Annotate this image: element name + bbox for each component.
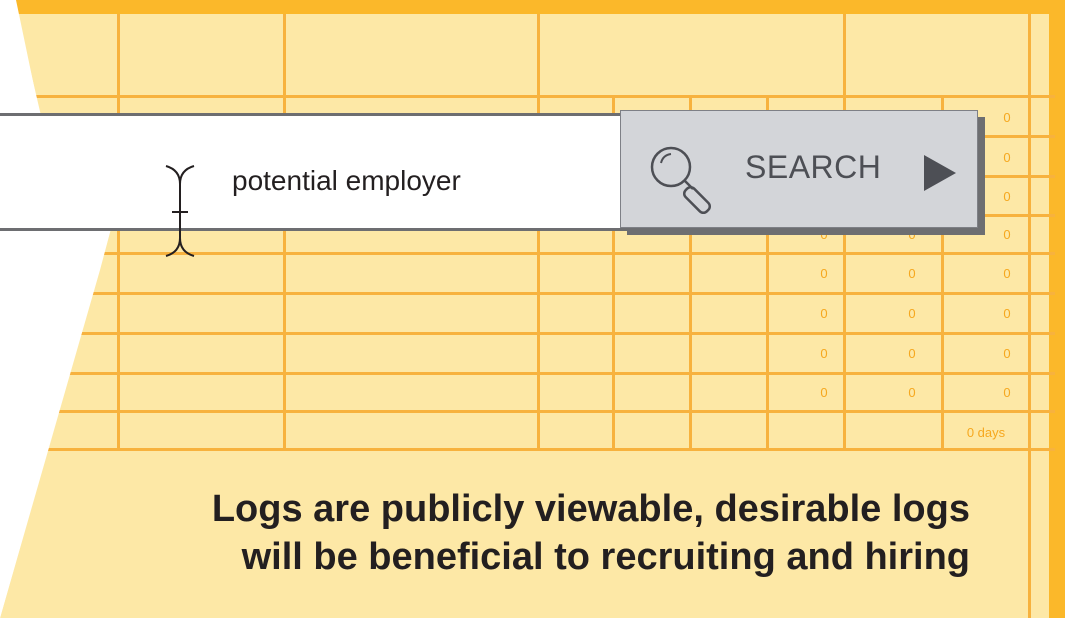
log-cell: 0: [1003, 385, 1011, 400]
search-button-label: SEARCH: [745, 149, 882, 185]
grid-line: [0, 372, 1055, 375]
grid-line: [0, 448, 1055, 451]
log-cell: 0: [1003, 227, 1011, 242]
log-total-days: 0 days: [966, 425, 1006, 440]
log-cell: 0: [908, 385, 916, 400]
caption-line-2: will be beneficial to recruiting and hir…: [241, 536, 970, 578]
log-cell: 0: [820, 266, 828, 281]
magnifier-icon: [650, 146, 712, 215]
grid-line: [0, 410, 1055, 413]
log-cell: 0: [908, 306, 916, 321]
log-cell: 0: [1003, 266, 1011, 281]
log-cell: 0: [820, 346, 828, 361]
log-cell: 0: [1003, 150, 1011, 165]
sheet-top-border: [0, 0, 1065, 14]
log-cell: 0: [908, 227, 916, 242]
grid-line: [117, 14, 120, 450]
log-cell: 0: [1003, 110, 1011, 125]
log-cell: 0: [820, 227, 828, 242]
log-cell: 0: [1003, 346, 1011, 361]
grid-line: [0, 332, 1055, 335]
text-cursor-icon: [165, 165, 195, 257]
grid-line: [537, 14, 540, 450]
grid-line: [0, 292, 1055, 295]
caption-line-1: Logs are publicly viewable, desirable lo…: [211, 488, 970, 530]
sheet-right-border: [1049, 0, 1065, 618]
play-triangle-icon: [924, 155, 956, 191]
log-cell: 0: [908, 346, 916, 361]
grid-line: [0, 252, 1055, 255]
log-cell: 0: [1003, 189, 1011, 204]
log-cell: 0: [820, 385, 828, 400]
illustration: 0 0 0 0 0 0 0 0 0 0 0 0 0 0 0 0 0 0 0 0 …: [0, 0, 1065, 618]
log-cell: 0: [820, 306, 828, 321]
grid-line: [0, 95, 1055, 98]
log-cell: 0: [1003, 306, 1011, 321]
log-cell: 0: [908, 266, 916, 281]
search-query-text: potential employer: [232, 165, 461, 196]
grid-line: [283, 14, 286, 450]
